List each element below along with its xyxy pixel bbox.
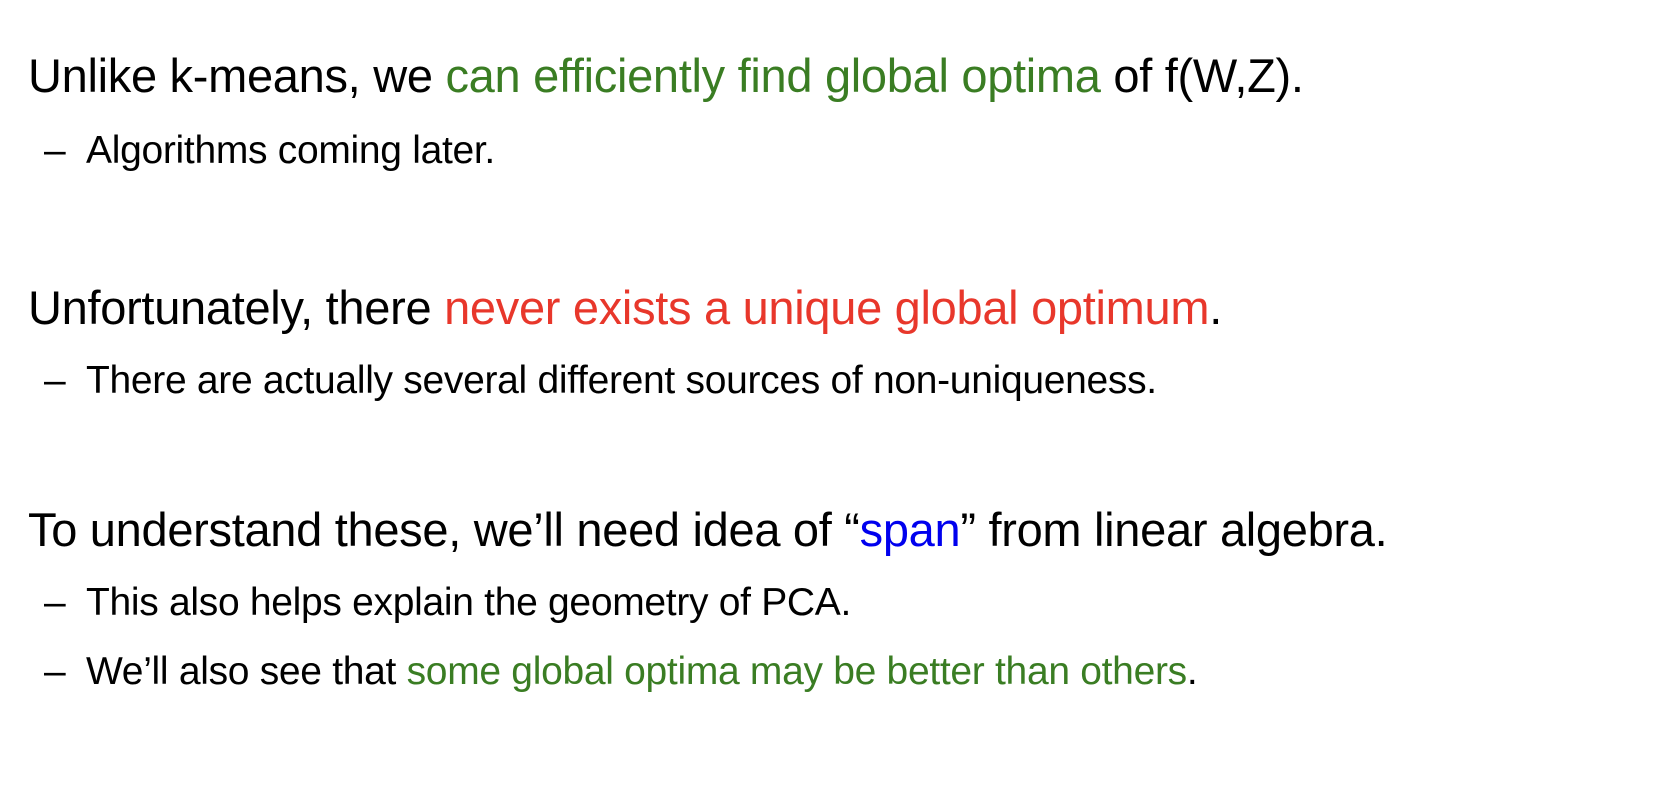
bullet-text: ” from linear algebra. bbox=[960, 503, 1388, 556]
highlight-span: span bbox=[859, 503, 961, 556]
dash-marker: – bbox=[44, 129, 66, 172]
subbullet-text: Algorithms coming later. bbox=[86, 129, 495, 172]
subbullet-text: We’ll also see that bbox=[86, 650, 407, 693]
subbullet-geometry-pca: – This also helps explain the geometry of… bbox=[44, 578, 851, 628]
bullet-text: of f(W,Z). bbox=[1100, 49, 1304, 102]
subbullet-text: . bbox=[1186, 650, 1198, 693]
subbullet-sources-non-uniqueness: – There are actually several different so… bbox=[44, 356, 1157, 406]
subbullet-better-optima: – We’ll also see that some global optima … bbox=[44, 647, 1198, 697]
bullet-text: To understand these, we’ll need idea of … bbox=[28, 503, 860, 556]
bullet-span-idea: To understand these, we’ll need idea of … bbox=[28, 500, 1388, 560]
highlight-better-optima: some global optima may be better than ot… bbox=[406, 650, 1188, 693]
subbullet-text: There are actually several different sou… bbox=[86, 359, 1157, 402]
bullet-text: Unlike k-means, we bbox=[28, 49, 446, 102]
subbullet-algorithms-later: – Algorithms coming later. bbox=[44, 126, 495, 176]
bullet-non-unique: Unfortunately, there never exists a uniq… bbox=[28, 278, 1222, 338]
highlight-efficient-global-optima: can efficiently find global optima bbox=[445, 49, 1101, 102]
dash-marker: – bbox=[44, 359, 66, 402]
highlight-never-unique: never exists a unique global optimum bbox=[444, 281, 1210, 334]
bullet-text: Unfortunately, there bbox=[28, 281, 445, 334]
dash-marker: – bbox=[44, 650, 66, 693]
dash-marker: – bbox=[44, 581, 66, 624]
slide: Unlike k-means, we can efficiently find … bbox=[0, 0, 1672, 788]
bullet-text: . bbox=[1209, 281, 1222, 334]
subbullet-text: This also helps explain the geometry of … bbox=[86, 581, 852, 624]
bullet-kmeans-comparison: Unlike k-means, we can efficiently find … bbox=[28, 46, 1304, 106]
